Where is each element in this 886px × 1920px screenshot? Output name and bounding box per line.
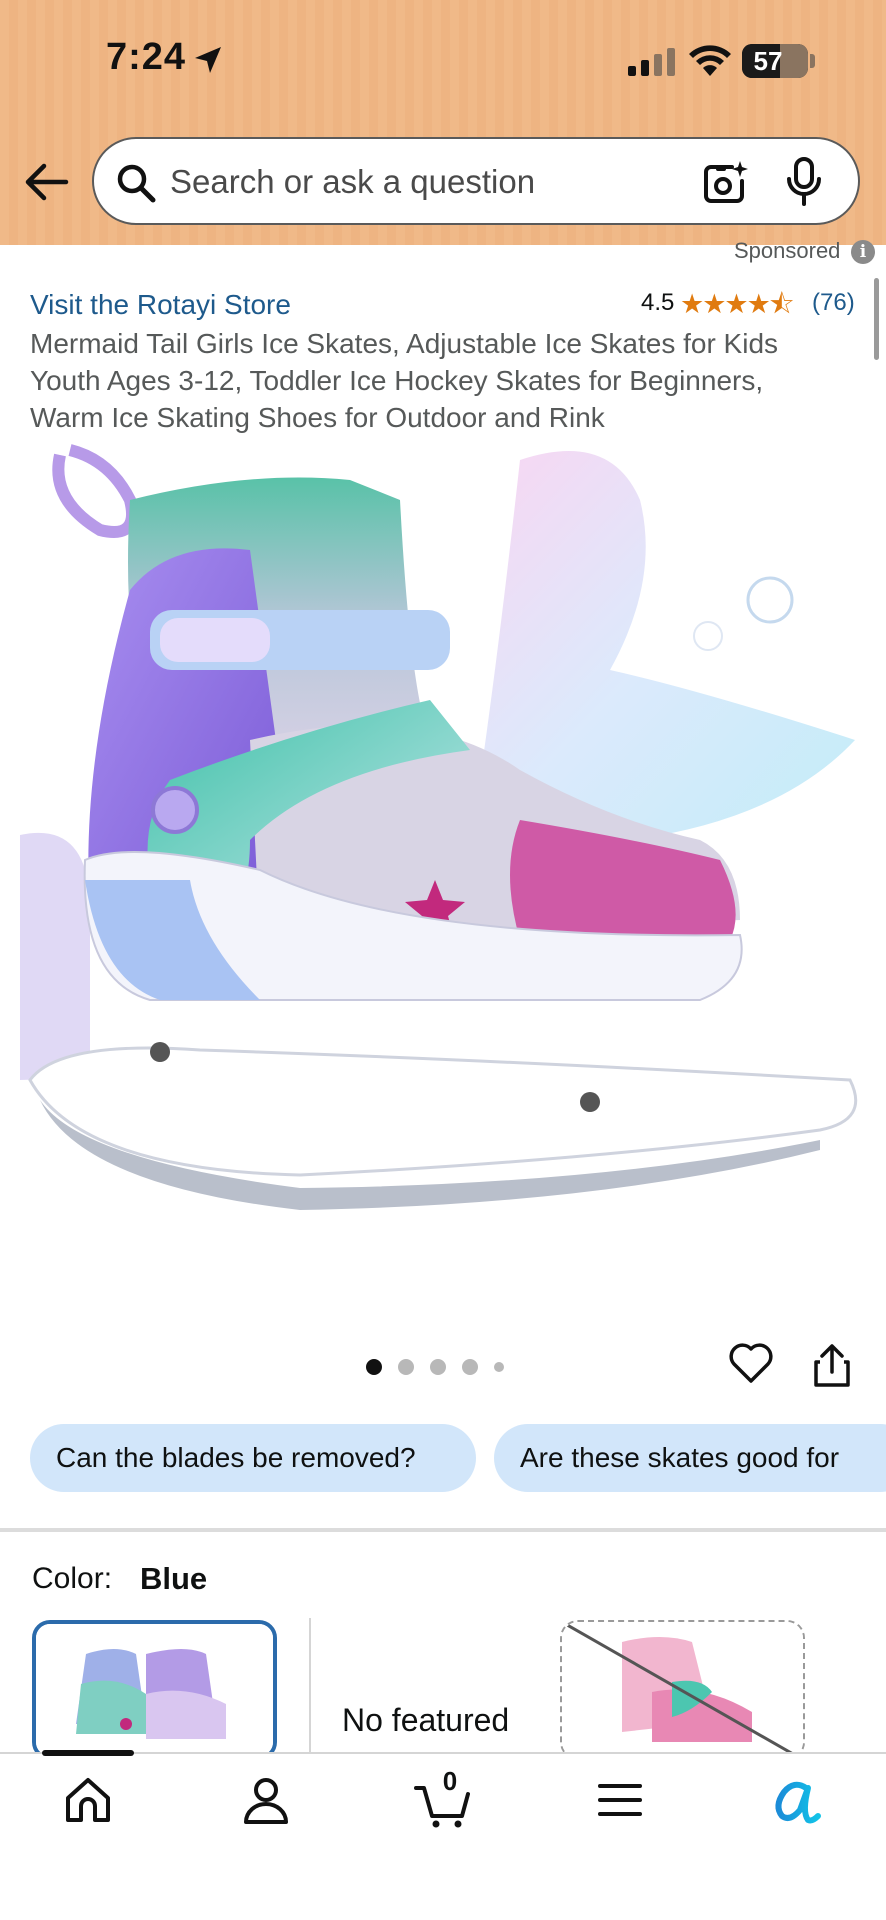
- search-input[interactable]: Search or ask a question: [170, 163, 535, 201]
- rating-count[interactable]: (76): [812, 289, 855, 317]
- swatch-image: [36, 1624, 273, 1756]
- scrollbar[interactable]: [874, 278, 879, 360]
- swatch-image: [562, 1622, 803, 1758]
- back-arrow-icon[interactable]: [22, 160, 70, 204]
- header-bar: 7:24 57 Search or ask a question: [0, 0, 886, 245]
- carousel-dot[interactable]: [494, 1362, 504, 1372]
- color-value: Blue: [140, 1561, 208, 1596]
- section-divider: [0, 1528, 886, 1532]
- share-icon[interactable]: [812, 1342, 852, 1388]
- location-arrow-icon: [195, 47, 221, 73]
- battery-level: 57: [753, 46, 783, 76]
- question-chip[interactable]: Can the blades be removed?: [30, 1424, 476, 1492]
- carousel-dot[interactable]: [430, 1359, 446, 1375]
- color-swatch-pink-unavailable[interactable]: [560, 1620, 805, 1760]
- image-carousel-dots[interactable]: [366, 1356, 504, 1378]
- star-rating[interactable]: ★★★★⯪: [680, 289, 794, 319]
- product-image[interactable]: [0, 440, 886, 1310]
- wifi-icon: [689, 45, 731, 76]
- microphone-icon[interactable]: [786, 157, 822, 207]
- color-label: Color:: [32, 1562, 113, 1595]
- swatch-separator: [309, 1618, 311, 1758]
- sponsored-label: Sponsored: [734, 238, 841, 263]
- account-icon[interactable]: [238, 1772, 294, 1828]
- info-icon[interactable]: i: [851, 240, 875, 264]
- no-offers-text: No featured: [342, 1702, 510, 1738]
- cart-icon[interactable]: [414, 1772, 470, 1828]
- status-time: 7:24: [106, 36, 187, 78]
- battery-tip: [810, 54, 815, 68]
- camera-lens-icon[interactable]: [702, 159, 748, 205]
- question-chip[interactable]: Are these skates good for: [494, 1424, 886, 1492]
- product-title: Mermaid Tail Girls Ice Skates, Adjustabl…: [30, 328, 779, 433]
- search-bar[interactable]: Search or ask a question: [92, 137, 860, 225]
- carousel-dot[interactable]: [366, 1359, 382, 1375]
- product-page: 7:24 57 Search or ask a question Sponsor…: [0, 0, 886, 1920]
- carousel-dot[interactable]: [462, 1359, 478, 1375]
- rating-value: 4.5: [641, 289, 675, 316]
- search-icon: [117, 164, 156, 203]
- active-tab-indicator: [42, 1750, 134, 1756]
- menu-icon[interactable]: [592, 1772, 648, 1828]
- heart-icon[interactable]: [728, 1340, 774, 1386]
- battery-indicator: 57: [742, 44, 808, 78]
- store-link[interactable]: Visit the Rotayi Store: [30, 289, 291, 321]
- color-swatch-blue[interactable]: [32, 1620, 277, 1760]
- home-icon[interactable]: [60, 1772, 116, 1828]
- rufus-icon[interactable]: [768, 1772, 824, 1828]
- cellular-signal-icon: [628, 48, 675, 76]
- carousel-dot[interactable]: [398, 1359, 414, 1375]
